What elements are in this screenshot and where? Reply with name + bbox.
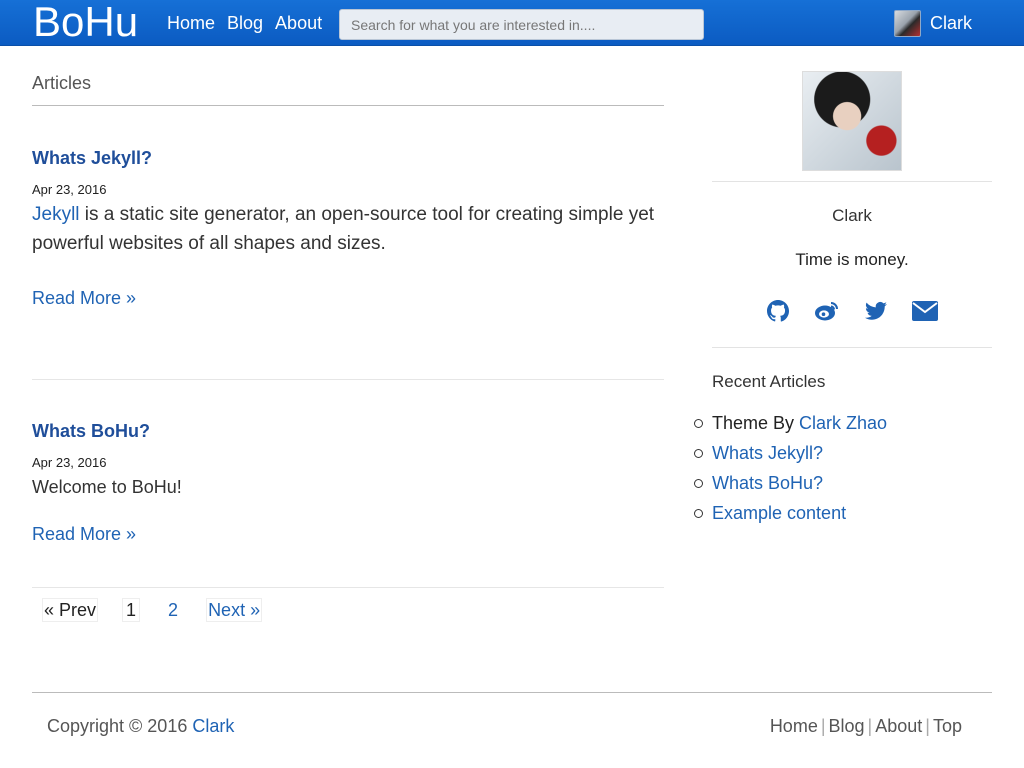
pagination: « Prev 1 2 Next » xyxy=(42,598,286,622)
nav-home-link[interactable]: Home xyxy=(167,13,215,34)
list-item: Example content xyxy=(693,498,887,528)
footer-separator: | xyxy=(820,716,826,736)
recent-articles-list: Theme By Clark Zhao Whats Jekyll? Whats … xyxy=(693,408,887,528)
github-icon[interactable] xyxy=(765,298,791,324)
recent-articles-title: Recent Articles xyxy=(712,372,826,391)
pagination-page-current: 1 xyxy=(122,598,141,622)
nav-blog-link[interactable]: Blog xyxy=(227,13,263,34)
pagination-next[interactable]: Next » xyxy=(206,598,263,622)
footer-links: Home | Blog | About | Top xyxy=(770,716,962,737)
profile-photo xyxy=(802,71,902,171)
footer-separator: | xyxy=(867,716,873,736)
main-content: Articles Whats Jekyll? Apr 23, 2016 Jeky… xyxy=(32,46,664,588)
post-title-link[interactable]: Whats BoHu? xyxy=(32,421,664,442)
sidebar-divider xyxy=(712,181,992,182)
recent-article-link[interactable]: Whats Jekyll? xyxy=(712,443,823,463)
post-excerpt: Welcome to BoHu! xyxy=(32,477,182,497)
weibo-icon[interactable] xyxy=(814,298,840,324)
footer-top-link[interactable]: Top xyxy=(933,716,962,736)
footer-divider xyxy=(32,692,992,693)
post-date: Apr 23, 2016 xyxy=(32,455,107,470)
copyright-author-link[interactable]: Clark xyxy=(192,716,234,736)
section-title: Articles xyxy=(32,73,664,106)
email-icon[interactable] xyxy=(912,298,938,324)
nav-links: Home Blog About xyxy=(167,0,334,46)
footer-home-link[interactable]: Home xyxy=(770,716,818,736)
read-more-link[interactable]: Read More » xyxy=(32,288,664,309)
theme-by-label: Theme By xyxy=(712,413,800,433)
user-menu[interactable]: Clark xyxy=(894,10,972,37)
user-avatar xyxy=(894,10,921,37)
search-input[interactable] xyxy=(339,9,704,40)
pagination-prev[interactable]: « Prev xyxy=(42,598,99,622)
post-title-link[interactable]: Whats Jekyll? xyxy=(32,148,664,169)
list-item: Whats BoHu? xyxy=(693,468,887,498)
sidebar-divider xyxy=(712,347,992,348)
post-item: Whats BoHu? Apr 23, 2016 Welcome to BoHu… xyxy=(32,421,664,588)
recent-article-link[interactable]: Example content xyxy=(712,503,846,523)
twitter-icon[interactable] xyxy=(863,298,889,324)
list-item: Whats Jekyll? xyxy=(693,438,887,468)
pagination-page-link[interactable]: 2 xyxy=(164,598,182,622)
social-links xyxy=(765,298,961,324)
user-name: Clark xyxy=(930,13,973,33)
brand-logo[interactable]: BoHu xyxy=(33,0,138,45)
post-excerpt: Jekyll is a static site generator, an op… xyxy=(32,200,664,258)
footer-separator: | xyxy=(925,716,930,736)
copyright-text: Copyright © 2016 xyxy=(47,716,193,736)
post-item: Whats Jekyll? Apr 23, 2016 Jekyll is a s… xyxy=(32,148,664,380)
recent-article-link[interactable]: Whats BoHu? xyxy=(712,473,823,493)
top-navbar: BoHu Home Blog About Clark xyxy=(0,0,1024,46)
post-excerpt-text: is a static site generator, an open-sour… xyxy=(32,204,655,254)
copyright: Copyright © 2016 Clark xyxy=(47,716,234,737)
footer-blog-link[interactable]: Blog xyxy=(829,716,865,736)
profile-motto: Time is money. xyxy=(795,250,909,269)
read-more-link[interactable]: Read More » xyxy=(32,524,664,545)
post-date: Apr 23, 2016 xyxy=(32,182,107,197)
theme-author-link[interactable]: Clark Zhao xyxy=(799,413,887,433)
list-item: Theme By Clark Zhao xyxy=(693,408,887,438)
footer-about-link[interactable]: About xyxy=(875,716,922,736)
jekyll-link[interactable]: Jekyll xyxy=(32,204,80,225)
nav-about-link[interactable]: About xyxy=(275,13,322,34)
profile-name: Clark xyxy=(832,206,872,225)
